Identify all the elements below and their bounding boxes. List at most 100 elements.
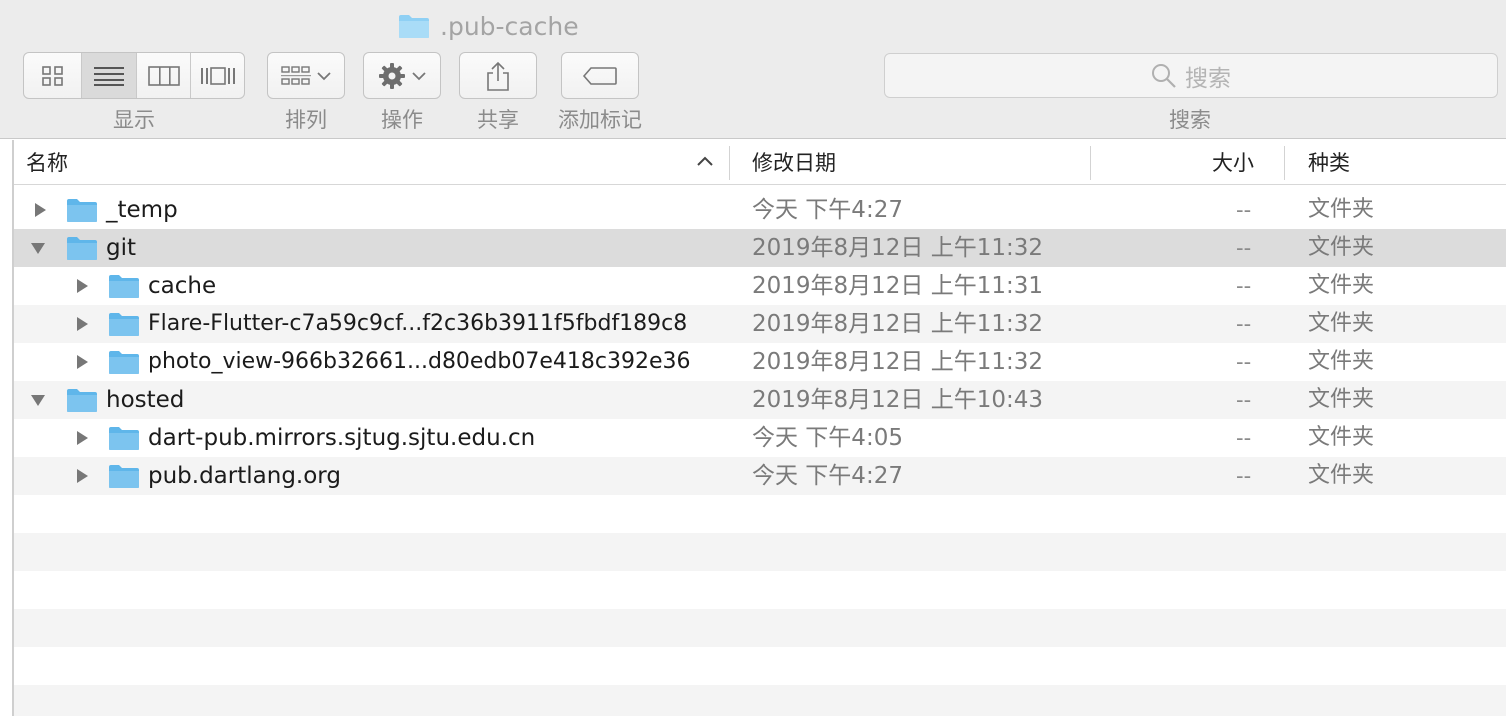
- folder-icon: [399, 15, 429, 38]
- modified-date: 2019年8月12日 上午11:32: [752, 311, 1044, 337]
- column-header-kind[interactable]: 种类: [1308, 140, 1350, 184]
- file-name: Flare-Flutter-c7a59c9cf...f2c36b3911f5fb…: [148, 311, 688, 336]
- disclosure-triangle-collapsed-icon[interactable]: [74, 468, 90, 484]
- file-kind: 文件夹: [1308, 235, 1375, 260]
- tags-control: [561, 52, 639, 99]
- column-header-date[interactable]: 修改日期: [752, 140, 836, 184]
- view-label: 显示: [113, 108, 155, 132]
- file-name: cache: [148, 273, 217, 299]
- modified-date: 今天 下午4:27: [752, 463, 903, 489]
- modified-date: 2019年8月12日 上午10:43: [752, 387, 1044, 413]
- column-header: 名称 修改日期 大小 种类: [14, 140, 1506, 185]
- arrange-grid-icon: [281, 65, 311, 85]
- column-header-name-label: 名称: [26, 151, 68, 175]
- folder-icon: [109, 465, 139, 488]
- column-header-size-label: 大小: [1212, 151, 1254, 175]
- folder-icon: [109, 275, 139, 298]
- tag-icon: [582, 66, 617, 85]
- share-control: [459, 52, 537, 99]
- file-size: --: [1236, 198, 1252, 222]
- column-header-name[interactable]: 名称: [26, 140, 68, 184]
- file-row[interactable]: dart-pub.mirrors.sjtug.sjtu.edu.cn 今天 下午…: [14, 419, 1506, 457]
- modified-date: 2019年8月12日 上午11:32: [752, 235, 1044, 261]
- file-name: _temp: [106, 197, 178, 223]
- action-button[interactable]: [363, 52, 441, 99]
- file-list: _temp 今天 下午4:27 -- 文件夹 git 2019年8月12日 上午…: [14, 191, 1506, 716]
- file-row[interactable]: pub.dartlang.org 今天 下午4:27 -- 文件夹: [14, 457, 1506, 495]
- add-tag-button[interactable]: [561, 52, 639, 99]
- chevron-down-icon: [412, 71, 426, 80]
- file-size: --: [1236, 388, 1252, 412]
- modified-date: 今天 下午4:27: [752, 197, 903, 223]
- file-row[interactable]: cache 2019年8月12日 上午11:31 -- 文件夹: [14, 267, 1506, 305]
- arrange-label: 排列: [285, 108, 327, 132]
- column-divider[interactable]: [1090, 146, 1091, 180]
- folder-icon: [67, 199, 97, 222]
- file-name: git: [106, 235, 137, 261]
- file-name: photo_view-966b32661...d80edb07e418c392e…: [148, 349, 691, 374]
- share-button[interactable]: [459, 52, 537, 99]
- folder-icon: [109, 351, 139, 374]
- icon-view-button[interactable]: [24, 53, 82, 98]
- empty-row: [14, 609, 1506, 647]
- empty-row: [14, 495, 1506, 533]
- column-divider[interactable]: [1284, 146, 1285, 180]
- arrange-button[interactable]: [267, 52, 345, 99]
- file-size: --: [1236, 350, 1252, 374]
- file-kind: 文件夹: [1308, 463, 1375, 488]
- column-header-size[interactable]: 大小: [1212, 140, 1254, 184]
- column-view-icon: [147, 65, 180, 86]
- empty-row: [14, 685, 1506, 716]
- share-label: 共享: [477, 108, 519, 132]
- disclosure-triangle-collapsed-icon[interactable]: [74, 278, 90, 294]
- disclosure-triangle-collapsed-icon[interactable]: [74, 430, 90, 446]
- search-placeholder: 搜索: [1185, 65, 1231, 92]
- file-kind: 文件夹: [1308, 311, 1375, 336]
- window-title: .pub-cache: [398, 10, 579, 42]
- list-view-icon: [94, 66, 124, 86]
- column-divider[interactable]: [729, 146, 730, 180]
- file-kind: 文件夹: [1308, 197, 1375, 222]
- sort-ascending-icon[interactable]: [696, 154, 714, 168]
- icon-view-icon: [41, 65, 63, 86]
- file-size: --: [1236, 464, 1252, 488]
- file-row[interactable]: Flare-Flutter-c7a59c9cf...f2c36b3911f5fb…: [14, 305, 1506, 343]
- disclosure-triangle-expanded-icon[interactable]: [30, 392, 46, 408]
- search-icon: [1152, 63, 1176, 88]
- gear-icon: [379, 62, 405, 89]
- file-row[interactable]: _temp 今天 下午4:27 -- 文件夹: [14, 191, 1506, 229]
- file-kind: 文件夹: [1308, 425, 1375, 450]
- file-row[interactable]: git 2019年8月12日 上午11:32 -- 文件夹: [14, 229, 1506, 267]
- action-label: 操作: [381, 108, 423, 132]
- search-input[interactable]: 搜索: [884, 53, 1498, 98]
- file-size: --: [1236, 312, 1252, 336]
- empty-row: [14, 533, 1506, 571]
- chevron-down-icon: [317, 71, 331, 80]
- file-size: --: [1236, 236, 1252, 260]
- list-view-button[interactable]: [82, 53, 137, 98]
- file-name: pub.dartlang.org: [148, 463, 341, 489]
- search-label: 搜索: [1169, 108, 1211, 132]
- file-row[interactable]: photo_view-966b32661...d80edb07e418c392e…: [14, 343, 1506, 381]
- folder-icon: [109, 313, 139, 336]
- disclosure-triangle-expanded-icon[interactable]: [30, 240, 46, 256]
- view-mode-control: [23, 52, 245, 99]
- share-icon: [487, 61, 509, 91]
- column-view-button[interactable]: [137, 53, 191, 98]
- folder-icon: [109, 427, 139, 450]
- gallery-view-button[interactable]: [191, 53, 244, 98]
- file-kind: 文件夹: [1308, 273, 1375, 298]
- gallery-view-icon: [200, 66, 235, 85]
- disclosure-triangle-collapsed-icon[interactable]: [74, 354, 90, 370]
- file-kind: 文件夹: [1308, 349, 1375, 374]
- disclosure-triangle-collapsed-icon[interactable]: [74, 316, 90, 332]
- folder-icon: [67, 389, 97, 412]
- arrange-control: [267, 52, 345, 99]
- disclosure-triangle-collapsed-icon[interactable]: [32, 202, 48, 218]
- toolbar: .pub-cache 显示 排列 操作 共享 添加标记 搜索 搜索: [0, 0, 1506, 139]
- folder-icon: [67, 237, 97, 260]
- file-row[interactable]: hosted 2019年8月12日 上午10:43 -- 文件夹: [14, 381, 1506, 419]
- modified-date: 今天 下午4:05: [752, 425, 903, 451]
- empty-row: [14, 571, 1506, 609]
- tags-label: 添加标记: [558, 108, 642, 132]
